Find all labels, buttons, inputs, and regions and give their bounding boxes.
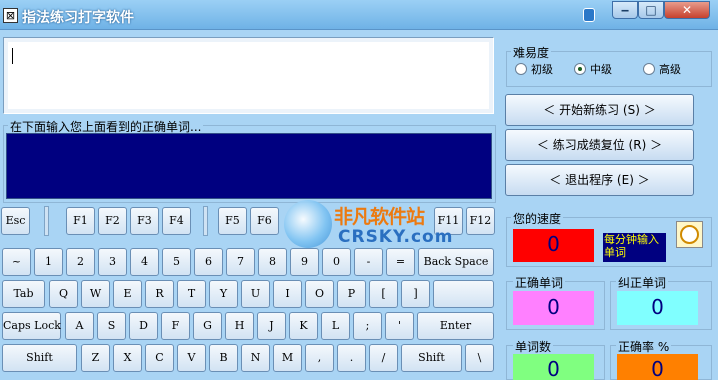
radio-icon bbox=[515, 63, 527, 75]
difficulty-option-label: 初级 bbox=[531, 63, 553, 76]
title-bar[interactable]: ⊠ 指法练习打字软件 ‒ □ ✕ bbox=[0, 0, 718, 30]
key-v[interactable]: V bbox=[177, 344, 206, 372]
key-a[interactable]: A bbox=[65, 312, 94, 340]
key-f6[interactable]: F6 bbox=[250, 207, 279, 235]
key-t[interactable]: T bbox=[177, 280, 206, 308]
key-f12[interactable]: F12 bbox=[466, 207, 495, 235]
key-x[interactable]: X bbox=[113, 344, 142, 372]
key-backslash[interactable]: \ bbox=[465, 344, 494, 372]
key-left-shift[interactable]: Shift bbox=[2, 344, 77, 372]
key-p[interactable]: P bbox=[337, 280, 366, 308]
key-n[interactable]: N bbox=[241, 344, 270, 372]
key-u[interactable]: U bbox=[241, 280, 270, 308]
difficulty-option-label: 中级 bbox=[590, 63, 612, 76]
key-open-bracket[interactable]: [ bbox=[369, 280, 398, 308]
radio-icon bbox=[643, 63, 655, 75]
difficulty-option-label: 高级 bbox=[659, 63, 681, 76]
speed-value: 0 bbox=[513, 229, 594, 262]
key-right-shift[interactable]: Shift bbox=[401, 344, 462, 372]
close-button[interactable]: ✕ bbox=[664, 1, 710, 19]
key-f3[interactable]: F3 bbox=[130, 207, 159, 235]
key-separator bbox=[203, 206, 208, 236]
key-f5[interactable]: F5 bbox=[218, 207, 247, 235]
key-6[interactable]: 6 bbox=[194, 248, 223, 276]
key-7[interactable]: 7 bbox=[226, 248, 255, 276]
difficulty-option-advanced[interactable]: 高级 bbox=[643, 63, 681, 79]
key-3[interactable]: 3 bbox=[98, 248, 127, 276]
correct-words-value: 0 bbox=[513, 291, 594, 325]
key-slash[interactable]: / bbox=[369, 344, 398, 372]
key-s[interactable]: S bbox=[97, 312, 126, 340]
key-caps-lock[interactable]: Caps Lock bbox=[2, 312, 61, 340]
key-5[interactable]: 5 bbox=[162, 248, 191, 276]
app-icon: ⊠ bbox=[3, 8, 18, 23]
key-4[interactable]: 4 bbox=[130, 248, 159, 276]
window-title: 指法练习打字软件 bbox=[22, 10, 134, 26]
key-f4[interactable]: F4 bbox=[162, 207, 191, 235]
key-tab[interactable]: Tab bbox=[2, 280, 45, 308]
key-blank[interactable] bbox=[433, 280, 494, 308]
key-1[interactable]: 1 bbox=[34, 248, 63, 276]
key-y[interactable]: Y bbox=[209, 280, 238, 308]
new-practice-button[interactable]: ＜ 开始新练习 (S) ＞ bbox=[505, 94, 694, 126]
corrected-words-value: 0 bbox=[617, 291, 698, 325]
key-period[interactable]: . bbox=[337, 344, 366, 372]
clock-icon bbox=[676, 221, 703, 248]
key-separator bbox=[44, 206, 49, 236]
watermark-title: 非凡软件站 bbox=[334, 206, 425, 228]
key-tilde[interactable]: ~ bbox=[2, 248, 31, 276]
clock-face bbox=[680, 225, 699, 244]
pin-icon[interactable] bbox=[583, 8, 595, 22]
key-w[interactable]: W bbox=[81, 280, 110, 308]
key-quote[interactable]: ' bbox=[385, 312, 414, 340]
key-q[interactable]: Q bbox=[49, 280, 78, 308]
key-g[interactable]: G bbox=[193, 312, 222, 340]
text-caret bbox=[12, 48, 13, 64]
word-entry-field[interactable] bbox=[6, 133, 492, 199]
key-j[interactable]: J bbox=[257, 312, 286, 340]
key-b[interactable]: B bbox=[209, 344, 238, 372]
key-l[interactable]: L bbox=[321, 312, 350, 340]
key-m[interactable]: M bbox=[273, 344, 302, 372]
word-count-label: 单词数 bbox=[513, 338, 554, 355]
word-display-area bbox=[8, 42, 489, 109]
key-c[interactable]: C bbox=[145, 344, 174, 372]
key-2[interactable]: 2 bbox=[66, 248, 95, 276]
accuracy-value: 0 bbox=[617, 354, 698, 380]
crsky-watermark: 非凡软件站 CRSKY.com bbox=[280, 196, 452, 253]
correct-words-label: 正确单词 bbox=[513, 274, 566, 291]
radio-selected-icon bbox=[574, 63, 586, 75]
difficulty-option-intermediate[interactable]: 中级 bbox=[574, 63, 612, 79]
word-display bbox=[3, 37, 494, 114]
maximize-button[interactable]: □ bbox=[638, 1, 664, 19]
difficulty-label: 难易度 bbox=[511, 44, 552, 61]
key-esc[interactable]: Esc bbox=[1, 207, 30, 235]
key-h[interactable]: H bbox=[225, 312, 254, 340]
word-count-value: 0 bbox=[513, 354, 594, 380]
key-o[interactable]: O bbox=[305, 280, 334, 308]
key-d[interactable]: D bbox=[129, 312, 158, 340]
key-z[interactable]: Z bbox=[81, 344, 110, 372]
crsky-logo-icon bbox=[284, 200, 332, 248]
speed-unit-label: 每分钟输入单词 bbox=[603, 233, 666, 262]
key-i[interactable]: I bbox=[273, 280, 302, 308]
reset-score-button[interactable]: ＜ 练习成绩复位 (R) ＞ bbox=[505, 129, 694, 161]
difficulty-option-beginner[interactable]: 初级 bbox=[515, 63, 553, 79]
watermark-subtitle: CRSKY.com bbox=[338, 227, 454, 247]
key-comma[interactable]: , bbox=[305, 344, 334, 372]
key-f1[interactable]: F1 bbox=[66, 207, 95, 235]
speed-label: 您的速度 bbox=[511, 210, 564, 227]
key-f[interactable]: F bbox=[161, 312, 190, 340]
corrected-words-label: 纠正单词 bbox=[616, 274, 669, 291]
key-semicolon[interactable]: ; bbox=[353, 312, 382, 340]
exit-button[interactable]: ＜ 退出程序 (E) ＞ bbox=[505, 164, 694, 196]
key-e[interactable]: E bbox=[113, 280, 142, 308]
accuracy-label: 正确率 % bbox=[616, 338, 672, 355]
key-close-bracket[interactable]: ] bbox=[401, 280, 430, 308]
minimize-button[interactable]: ‒ bbox=[612, 1, 638, 19]
key-f2[interactable]: F2 bbox=[98, 207, 127, 235]
key-enter[interactable]: Enter bbox=[417, 312, 494, 340]
key-k[interactable]: K bbox=[289, 312, 318, 340]
key-r[interactable]: R bbox=[145, 280, 174, 308]
